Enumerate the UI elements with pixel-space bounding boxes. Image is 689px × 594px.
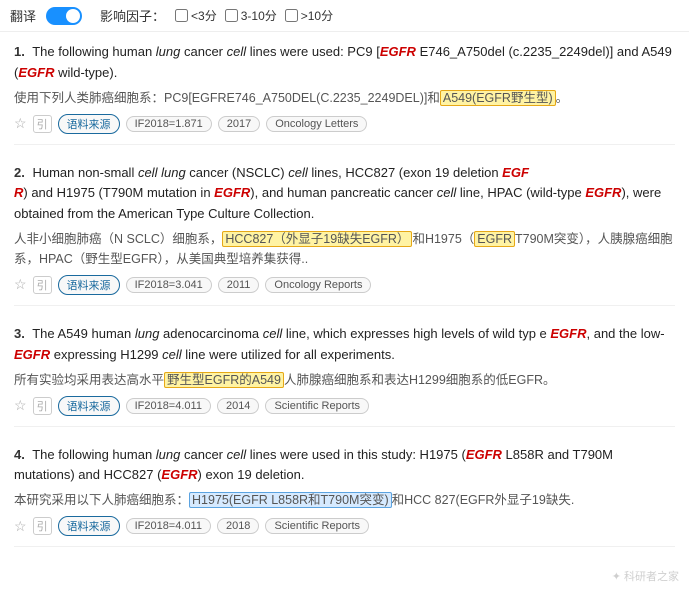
year-tag-4: 2018 xyxy=(217,518,259,534)
toggle-knob xyxy=(66,9,80,23)
egfr-1a: EGFR xyxy=(380,44,416,59)
star-1[interactable]: ☆ xyxy=(14,115,27,132)
cite-1[interactable]: 引 xyxy=(33,115,52,133)
watermark: ✦ 科研者之家 xyxy=(612,568,679,584)
if-tag-4: IF2018=4.011 xyxy=(126,518,211,534)
filter-gt10[interactable]: >10分 xyxy=(285,7,333,24)
filter-lt3-checkbox[interactable] xyxy=(175,9,188,22)
cell-3b: cell xyxy=(162,347,182,362)
filter-lt3[interactable]: <3分 xyxy=(175,7,217,24)
result-4-num: 4. xyxy=(14,447,25,462)
lung-2: lung xyxy=(161,165,186,180)
egfr-2c: EGFR xyxy=(585,185,621,200)
star-4[interactable]: ☆ xyxy=(14,518,27,535)
filter-gt10-checkbox[interactable] xyxy=(285,9,298,22)
results-content: 1. The following human lung cancer cell … xyxy=(0,32,689,575)
if-tag-2: IF2018=3.041 xyxy=(126,277,212,293)
result-2-meta: ☆ 引 语料来源 IF2018=3.041 2011 Oncology Repo… xyxy=(14,275,675,295)
journal-tag-3: Scientific Reports xyxy=(265,398,369,414)
result-3-en: 3. The A549 human lung adenocarcinoma ce… xyxy=(14,324,675,366)
filter-gt10-label: >10分 xyxy=(301,7,333,24)
cell-2c: cell xyxy=(437,185,457,200)
cell-2b: cell xyxy=(288,165,308,180)
year-tag-3: 2014 xyxy=(217,398,259,414)
cite-2[interactable]: 引 xyxy=(33,276,52,294)
result-1-meta: ☆ 引 语料来源 IF2018=1.871 2017 Oncology Lett… xyxy=(14,114,675,134)
top-bar: 翻译 影响因子： <3分 3-10分 >10分 xyxy=(0,0,689,32)
journal-tag-2: Oncology Reports xyxy=(265,277,371,293)
cell-3a: cell xyxy=(263,326,283,341)
impact-label: 影响因子： xyxy=(100,6,165,25)
year-tag-1: 2017 xyxy=(218,116,260,132)
source-tag-2[interactable]: 语料来源 xyxy=(58,275,120,295)
result-2-zh: 人非小细胞肺癌（N SCLC）细胞系，HCC827（外显子19缺失EGFR）和H… xyxy=(14,229,675,269)
highlight-3: 野生型EGFR的A549 xyxy=(164,372,284,388)
result-1-en: 1. The following human lung cancer cell … xyxy=(14,42,675,84)
translate-label: 翻译 xyxy=(10,6,36,25)
highlight-2a: HCC827（外显子19缺失EGFR） xyxy=(222,231,412,247)
result-2-en: 2. Human non-small cell lung cancer (NSC… xyxy=(14,163,675,225)
result-3-num: 3. xyxy=(14,326,25,341)
egfr-4b: EGFR xyxy=(161,467,197,482)
egfr-2b: EGFR xyxy=(214,185,250,200)
highlight-2b: EGFR xyxy=(474,231,515,247)
result-item-3: 3. The A549 human lung adenocarcinoma ce… xyxy=(14,324,675,427)
egfr-3a: EGFR xyxy=(550,326,586,341)
cite-4[interactable]: 引 xyxy=(33,517,52,535)
filter-3to10-label: 3-10分 xyxy=(241,7,277,24)
lung-1: lung xyxy=(156,44,181,59)
source-tag-3[interactable]: 语料来源 xyxy=(58,396,120,416)
egfr-3b: EGFR xyxy=(14,347,50,362)
result-4-meta: ☆ 引 语料来源 IF2018=4.011 2018 Scientific Re… xyxy=(14,516,675,536)
result-3-zh: 所有实验均采用表达高水平野生型EGFR的A549人肺腺癌细胞系和表达H1299细… xyxy=(14,370,675,390)
cell-4: cell xyxy=(227,447,247,462)
cite-3[interactable]: 引 xyxy=(33,397,52,415)
result-item-2: 2. Human non-small cell lung cancer (NSC… xyxy=(14,163,675,306)
journal-tag-4: Scientific Reports xyxy=(265,518,369,534)
result-1-zh: 使用下列人类肺癌细胞系：PC9[EGFRE746_A750DEL(C.2235_… xyxy=(14,88,675,108)
filter-3to10[interactable]: 3-10分 xyxy=(225,7,277,24)
journal-tag-1: Oncology Letters xyxy=(266,116,367,132)
source-tag-1[interactable]: 语料来源 xyxy=(58,114,120,134)
translate-toggle[interactable] xyxy=(46,7,82,25)
star-2[interactable]: ☆ xyxy=(14,276,27,293)
highlight-4: H1975(EGFR L858R和T790M突变) xyxy=(189,492,392,508)
year-tag-2: 2011 xyxy=(218,277,260,293)
result-4-en: 4. The following human lung cancer cell … xyxy=(14,445,675,487)
result-4-zh: 本研究采用以下人肺癌细胞系：H1975(EGFR L858R和T790M突变)和… xyxy=(14,490,675,510)
result-1-num: 1. xyxy=(14,44,25,59)
cell-1: cell xyxy=(227,44,247,59)
lung-3: lung xyxy=(135,326,160,341)
if-tag-3: IF2018=4.011 xyxy=(126,398,211,414)
egfr-1b: EGFR xyxy=(18,65,54,80)
lung-4: lung xyxy=(156,447,181,462)
filter-group: <3分 3-10分 >10分 xyxy=(175,7,333,24)
result-2-num: 2. xyxy=(14,165,25,180)
filter-3to10-checkbox[interactable] xyxy=(225,9,238,22)
filter-lt3-label: <3分 xyxy=(191,7,217,24)
egfr-4a: EGFR xyxy=(466,447,502,462)
if-tag-1: IF2018=1.871 xyxy=(126,116,212,132)
cell-2a: cell xyxy=(138,165,158,180)
result-item-1: 1. The following human lung cancer cell … xyxy=(14,42,675,145)
result-3-meta: ☆ 引 语料来源 IF2018=4.011 2014 Scientific Re… xyxy=(14,396,675,416)
highlight-1: A549(EGFR野生型) xyxy=(440,90,556,106)
star-3[interactable]: ☆ xyxy=(14,397,27,414)
source-tag-4[interactable]: 语料来源 xyxy=(58,516,120,536)
result-item-4: 4. The following human lung cancer cell … xyxy=(14,445,675,548)
